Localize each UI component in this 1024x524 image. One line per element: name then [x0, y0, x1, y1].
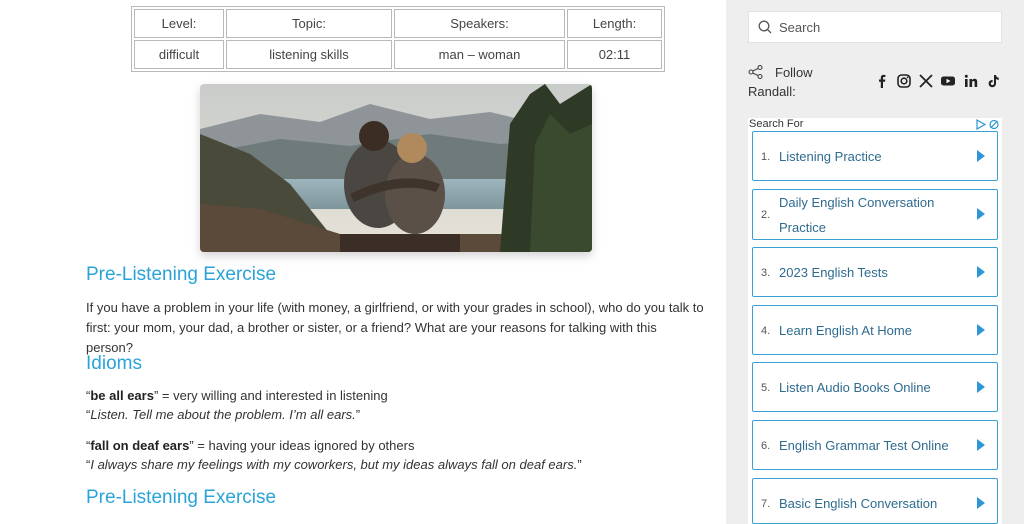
search-for-label: Search For	[749, 118, 804, 130]
level-value: difficult	[134, 40, 224, 69]
idiom-1-example-text: Listen. Tell me about the problem. I’m a…	[90, 407, 356, 422]
ad-link-english-tests[interactable]: 3. 2023 English Tests	[752, 247, 998, 297]
ad-number: 4.	[761, 325, 771, 337]
length-value: 02:11	[567, 40, 662, 69]
sponsored-search-box: Search For 1. Listening Practice 2. Dail…	[748, 118, 1002, 524]
idiom-2-term: fall on deaf ears	[90, 438, 190, 453]
idiom-1-term: be all ears	[90, 388, 154, 403]
ad-link-daily-english-conversation[interactable]: 2. Daily English Conversation Practice	[752, 189, 998, 240]
table-header-length: Length:	[567, 9, 662, 38]
ad-link-listen-audio-books[interactable]: 5. Listen Audio Books Online	[752, 362, 998, 412]
ad-number: 7.	[761, 498, 771, 510]
idiom-1-example: “Listen. Tell me about the problem. I’m …	[86, 407, 361, 422]
idioms-heading: Idioms	[86, 353, 142, 374]
youtube-icon[interactable]	[940, 73, 956, 89]
pre-listening-heading: Pre-Listening Exercise	[86, 264, 277, 285]
ad-label-line2: Practice	[779, 220, 826, 235]
facebook-icon[interactable]	[874, 73, 890, 89]
pre-listening-text-line1: If you have a problem in your life (with…	[86, 300, 704, 315]
play-arrow-icon	[977, 381, 985, 393]
play-arrow-icon	[977, 497, 985, 509]
idiom-2-example-text: I always share my feelings with my cowor…	[90, 457, 578, 472]
pre-listening-text-line2: first: your mom, your dad, a brother or …	[86, 320, 657, 355]
ad-number: 3.	[761, 267, 771, 279]
ad-label: Listening Practice	[779, 149, 882, 164]
ad-label-line1: Daily English Conversation	[779, 195, 935, 210]
idiom-2-meaning: = having your ideas ignored by others	[193, 438, 415, 453]
ad-number: 5.	[761, 382, 771, 394]
play-arrow-icon	[977, 439, 985, 451]
ad-link-listening-practice[interactable]: 1. Listening Practice	[752, 131, 998, 181]
tiktok-icon[interactable]	[985, 73, 1001, 89]
linkedin-icon[interactable]	[963, 73, 979, 89]
idiom-2-definition: “fall on deaf ears” = having your ideas …	[86, 438, 415, 453]
idiom-1-meaning: = very willing and interested in listeni…	[158, 388, 388, 403]
idiom-2-example: “I always share my feelings with my cowo…	[86, 457, 582, 472]
lesson-photo	[200, 84, 592, 252]
search-icon	[758, 20, 772, 34]
table-header-level: Level:	[134, 9, 224, 38]
instagram-icon[interactable]	[896, 73, 912, 89]
ad-label: 2023 English Tests	[779, 265, 888, 280]
play-arrow-icon	[977, 208, 985, 220]
play-arrow-icon	[977, 324, 985, 336]
ad-link-learn-english-at-home[interactable]: 4. Learn English At Home	[752, 305, 998, 355]
ad-number: 2.	[761, 209, 771, 221]
x-icon[interactable]	[918, 73, 934, 89]
ad-number: 1.	[761, 151, 771, 163]
search-input[interactable]	[779, 18, 989, 36]
share-icon	[748, 65, 763, 79]
ad-label: Listen Audio Books Online	[779, 380, 931, 395]
table-header-topic: Topic:	[226, 9, 392, 38]
lesson-info-table: Level: Topic: Speakers: Length: difficul…	[131, 6, 665, 72]
ad-label: English Grammar Test Online	[779, 438, 949, 453]
ad-label: Learn English At Home	[779, 323, 912, 338]
ad-label: Basic English Conversation	[779, 496, 938, 511]
table-row: Level: Topic: Speakers: Length:	[134, 9, 662, 38]
play-arrow-icon	[977, 150, 985, 162]
adchoices-icon[interactable]	[976, 119, 1000, 130]
ad-link-basic-english-conversation[interactable]: 7. Basic English Conversation	[752, 478, 998, 524]
table-row: difficult listening skills man – woman 0…	[134, 40, 662, 69]
ad-link-english-grammar-test[interactable]: 6. English Grammar Test Online	[752, 420, 998, 470]
table-header-speakers: Speakers:	[394, 9, 565, 38]
pre-listening-heading-2: Pre-Listening Exercise	[86, 487, 277, 508]
follow-name: Randall:	[748, 84, 796, 99]
play-arrow-icon	[977, 266, 985, 278]
idiom-1-definition: “be all ears” = very willing and interes…	[86, 388, 388, 403]
ad-number: 6.	[761, 440, 771, 452]
follow-label: Follow	[775, 65, 813, 80]
search-box[interactable]	[748, 11, 1002, 43]
topic-value: listening skills	[226, 40, 392, 69]
speakers-value: man – woman	[394, 40, 565, 69]
